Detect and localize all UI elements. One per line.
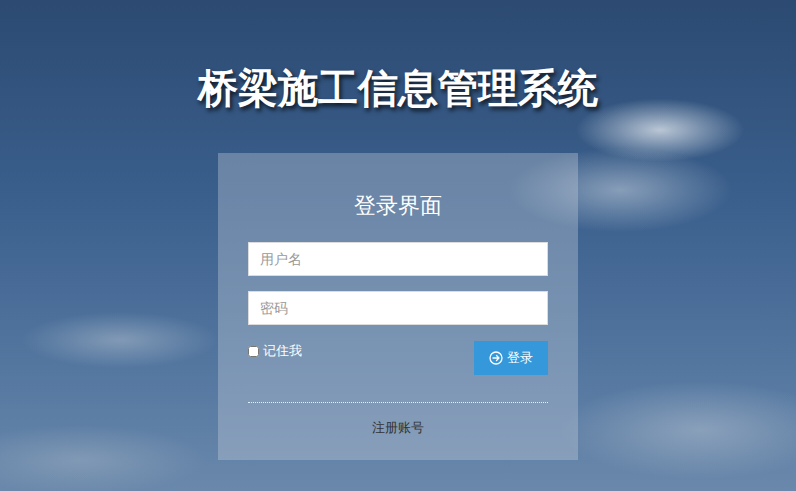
arrow-circle-icon	[489, 351, 503, 365]
remember-label[interactable]: 记住我	[263, 342, 302, 360]
divider	[248, 402, 548, 403]
remember-me-checkbox[interactable]: 记住我	[248, 342, 302, 360]
action-row: 记住我 登录	[248, 341, 548, 375]
login-heading: 登录界面	[248, 193, 548, 219]
login-card: 登录界面记住我 登录注册账号	[218, 153, 578, 460]
system-title: 桥梁施工信息管理系统	[198, 62, 598, 114]
register-link[interactable]: 注册账号	[372, 418, 424, 438]
username-input[interactable]	[248, 242, 548, 276]
login-page: 桥梁施工信息管理系统登录界面记住我 登录注册账号	[0, 0, 796, 491]
password-input[interactable]	[248, 291, 548, 325]
remember-checkbox-box[interactable]	[248, 346, 259, 357]
login-button[interactable]: 登录	[474, 341, 548, 375]
